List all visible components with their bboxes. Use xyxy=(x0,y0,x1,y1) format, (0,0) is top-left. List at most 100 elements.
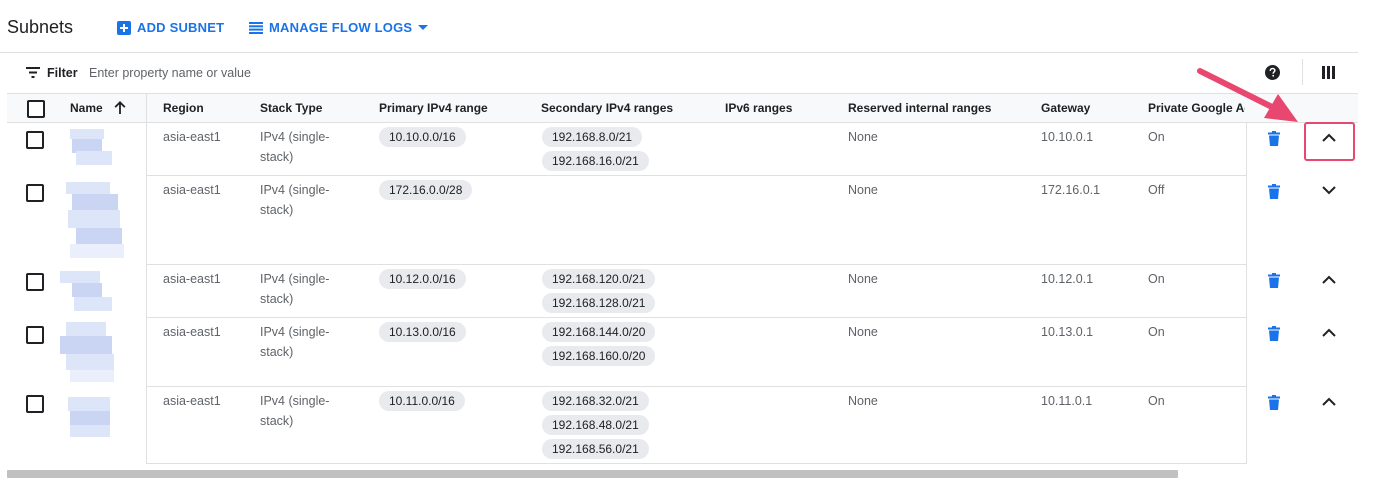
horizontal-scrollbar[interactable] xyxy=(7,470,1178,478)
redacted-name-block xyxy=(70,411,110,425)
region-cell: asia-east1 xyxy=(163,130,221,144)
column-header-reserved[interactable]: Reserved internal ranges xyxy=(848,101,991,115)
private-access-cell: On xyxy=(1148,325,1165,339)
primary-range-chip: 172.16.0.0/28 xyxy=(379,180,473,200)
stack-type-cell: IPv4 (single- xyxy=(260,183,330,197)
region-cell: asia-east1 xyxy=(163,272,221,286)
redacted-name-block xyxy=(72,194,118,210)
chevron-up-icon[interactable] xyxy=(1322,328,1336,337)
redacted-name-block xyxy=(72,283,102,297)
table-row: asia-east1 IPv4 (single- stack) 10.13.0.… xyxy=(0,318,1358,386)
secondary-range-chip: 192.168.32.0/21 xyxy=(542,391,649,411)
redacted-name xyxy=(60,271,100,283)
redacted-name-block xyxy=(74,297,112,311)
add-subnet-label: ADD SUBNET xyxy=(137,20,225,35)
arrow-up-icon[interactable] xyxy=(114,101,126,114)
row-checkbox[interactable] xyxy=(26,326,44,344)
private-access-cell: Off xyxy=(1148,183,1165,197)
redacted-name-block xyxy=(76,151,112,165)
stack-type-cell: IPv4 (single- xyxy=(260,325,330,339)
table-header: Name Region Stack Type Primary IPv4 rang… xyxy=(7,94,1358,123)
redacted-name-block xyxy=(68,210,120,228)
filter-input[interactable] xyxy=(89,63,689,83)
primary-range-chip: 10.10.0.0/16 xyxy=(379,127,466,147)
trash-icon[interactable] xyxy=(1268,273,1280,288)
table-row: asia-east1 IPv4 (single- stack) 10.11.0.… xyxy=(0,387,1358,463)
manage-flow-logs-button[interactable]: MANAGE FLOW LOGS xyxy=(249,20,429,35)
stack-type-cell: stack) xyxy=(260,345,294,359)
column-header-region[interactable]: Region xyxy=(163,101,204,115)
secondary-range-chip: 192.168.48.0/21 xyxy=(542,415,649,435)
stack-type-cell: stack) xyxy=(260,150,294,164)
redacted-name xyxy=(68,397,110,411)
column-header-ipv6[interactable]: IPv6 ranges xyxy=(725,101,792,115)
stack-type-cell: stack) xyxy=(260,414,294,428)
stack-type-cell: IPv4 (single- xyxy=(260,394,330,408)
toolbar-divider xyxy=(1302,59,1303,85)
select-all-checkbox[interactable] xyxy=(27,100,45,118)
table-row: asia-east1 IPv4 (single- stack) 10.10.0.… xyxy=(0,123,1358,175)
column-header-secondary-ipv4[interactable]: Secondary IPv4 ranges xyxy=(541,101,673,115)
add-subnet-button[interactable]: ADD SUBNET xyxy=(117,20,224,35)
row-checkbox[interactable] xyxy=(26,131,44,149)
private-access-cell: On xyxy=(1148,272,1165,286)
page-title: Subnets xyxy=(7,17,74,37)
column-header-primary-ipv4[interactable]: Primary IPv4 range xyxy=(379,101,488,115)
trash-icon[interactable] xyxy=(1268,131,1280,146)
reserved-cell: None xyxy=(848,325,878,339)
region-cell: asia-east1 xyxy=(163,325,221,339)
table-row: asia-east1 IPv4 (single- stack) 172.16.0… xyxy=(0,176,1358,264)
secondary-range-chip: 192.168.8.0/21 xyxy=(542,127,643,147)
redacted-name xyxy=(66,322,106,336)
list-icon xyxy=(249,21,263,34)
private-access-cell: On xyxy=(1148,394,1165,408)
redacted-name-block xyxy=(76,228,122,244)
add-box-icon xyxy=(117,20,131,35)
gateway-cell: 10.11.0.1 xyxy=(1041,394,1093,408)
gateway-cell: 10.12.0.1 xyxy=(1041,272,1094,286)
redacted-name-block xyxy=(60,336,112,354)
secondary-range-chip: 192.168.160.0/20 xyxy=(542,346,656,366)
chevron-down-icon[interactable] xyxy=(1322,186,1336,195)
chevron-up-icon[interactable] xyxy=(1322,397,1336,406)
redacted-name-block xyxy=(70,244,124,258)
column-header-gateway[interactable]: Gateway xyxy=(1041,101,1090,115)
trash-icon[interactable] xyxy=(1268,184,1280,199)
secondary-range-chip: 192.168.144.0/20 xyxy=(542,322,656,342)
redacted-name xyxy=(70,129,104,139)
manage-flow-logs-label: MANAGE FLOW LOGS xyxy=(269,20,413,35)
trash-icon[interactable] xyxy=(1268,395,1280,410)
secondary-range-chip: 192.168.120.0/21 xyxy=(542,269,656,289)
chevron-up-icon[interactable] xyxy=(1322,275,1336,284)
column-header-name[interactable]: Name xyxy=(70,101,126,115)
column-display-icon[interactable] xyxy=(1322,66,1335,79)
gateway-cell: 10.13.0.1 xyxy=(1041,325,1094,339)
stack-type-cell: stack) xyxy=(260,292,294,306)
stack-type-cell: IPv4 (single- xyxy=(260,130,330,144)
redacted-name xyxy=(66,182,110,194)
private-access-cell: On xyxy=(1148,130,1165,144)
redacted-name-block xyxy=(70,370,114,382)
region-cell: asia-east1 xyxy=(163,183,221,197)
primary-range-chip: 10.11.0.0/16 xyxy=(379,391,465,411)
row-checkbox[interactable] xyxy=(26,395,44,413)
filter-bar: Filter xyxy=(7,53,1358,94)
reserved-cell: None xyxy=(848,272,878,286)
region-cell: asia-east1 xyxy=(163,394,221,408)
column-header-stack-type[interactable]: Stack Type xyxy=(260,101,322,115)
row-checkbox[interactable] xyxy=(26,273,44,291)
reserved-cell: None xyxy=(848,183,878,197)
primary-range-chip: 10.12.0.0/16 xyxy=(379,269,466,289)
row-checkbox[interactable] xyxy=(26,184,44,202)
table-bottom-border xyxy=(146,463,1247,464)
secondary-range-chip: 192.168.16.0/21 xyxy=(542,151,649,171)
table-row: asia-east1 IPv4 (single- stack) 10.12.0.… xyxy=(0,265,1358,317)
secondary-range-chip: 192.168.56.0/21 xyxy=(542,439,649,459)
gateway-cell: 172.16.0.1 xyxy=(1041,183,1101,197)
reserved-cell: None xyxy=(848,394,878,408)
stack-type-cell: IPv4 (single- xyxy=(260,272,330,286)
trash-icon[interactable] xyxy=(1268,326,1280,341)
redacted-name-block xyxy=(70,425,110,437)
filter-icon xyxy=(26,67,40,78)
caret-down-icon xyxy=(418,24,429,30)
